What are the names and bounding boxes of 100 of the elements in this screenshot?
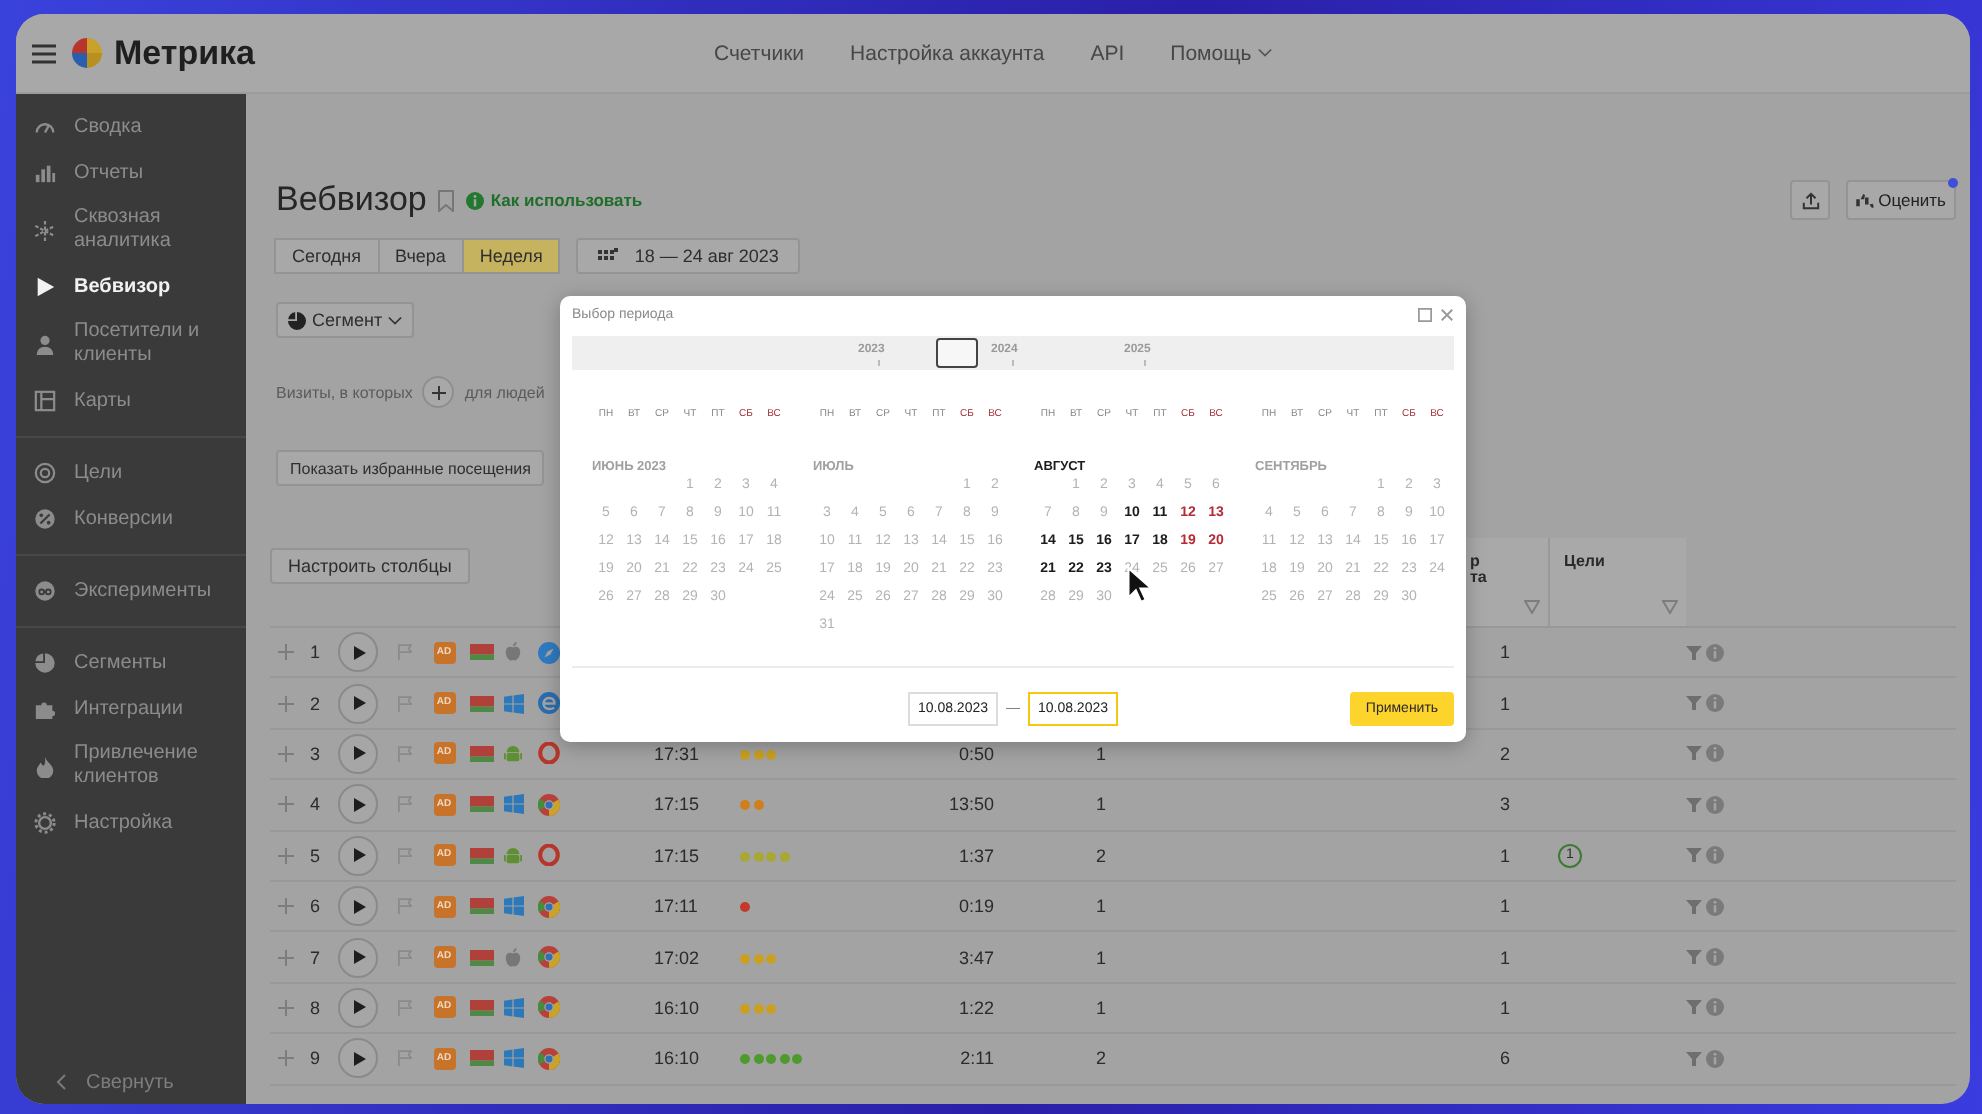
columns-button[interactable]: Настроить столбцы [270,548,470,584]
opera-icon [537,844,559,867]
nav-link[interactable]: Счетчики [714,41,805,65]
filter-icon[interactable] [1524,600,1540,614]
flag-icon[interactable] [398,745,412,762]
plus-icon[interactable] [277,796,293,813]
plus-icon[interactable] [277,847,293,864]
sidebar-item[interactable]: Эксперименты [16,568,246,614]
filter-icon[interactable] [1686,1000,1702,1015]
table-cell: 2:11 [960,1048,994,1069]
filter-icon[interactable] [1686,1051,1702,1066]
add-condition-button[interactable] [422,376,455,408]
plus-icon[interactable] [277,999,293,1016]
play-button[interactable] [338,987,378,1028]
filter-icon[interactable] [1686,899,1702,914]
date-range-button[interactable]: 18 — 24 авг 2023 [576,238,801,274]
sidebar-item[interactable]: Привлечение клиентов [16,732,246,800]
help-link[interactable]: Как использовать [466,190,643,210]
flag-icon[interactable] [398,1050,412,1067]
table-cell: 1:22 [958,997,994,1018]
flag-icon[interactable] [398,949,412,966]
play-icon [354,1000,366,1015]
plus-icon[interactable] [277,695,293,712]
flag-icon[interactable] [398,796,412,813]
collapse-button[interactable]: Свернуть [16,1060,246,1104]
sidebar-item[interactable]: Отчеты [16,150,246,196]
sidebar-item[interactable]: Сводка [16,104,246,150]
info-icon[interactable] [1706,1049,1724,1068]
row-number: 6 [307,896,322,917]
nav-link[interactable]: Помощь [1170,41,1272,65]
sidebar-item[interactable]: Сквозная аналитика [16,196,246,264]
sidebar-item[interactable]: Карты [16,378,246,424]
filter-icon[interactable] [1686,746,1702,761]
table-cell: 1:37 [958,845,994,866]
play-button[interactable] [338,632,378,673]
filter-icon[interactable] [1686,696,1702,711]
play-button[interactable] [338,937,378,978]
play-icon [354,645,366,660]
play-button[interactable] [338,784,378,825]
sidebar-item[interactable]: Конверсии [16,496,246,542]
close-icon[interactable] [1440,307,1454,321]
play-button[interactable] [338,683,378,724]
flag-icon[interactable] [398,999,412,1016]
filter-icon[interactable] [1686,950,1702,965]
play-button[interactable] [338,1038,378,1079]
filter-icon[interactable] [1662,600,1678,614]
table-cell: 1 [1500,947,1511,968]
windows-icon [503,693,523,714]
caret-icon [1257,48,1272,58]
plus-icon[interactable] [277,644,293,661]
country-flag-icon [469,1050,493,1067]
compass-icon [537,641,559,664]
sidebar-item[interactable]: Сегменты [16,640,246,686]
bookmark-icon[interactable] [438,189,455,211]
info-icon[interactable] [1706,998,1724,1017]
filter-text: для людей [464,383,545,401]
play-button[interactable] [338,835,378,876]
segment-button[interactable]: Сегмент [276,302,415,338]
plus-icon[interactable] [277,745,293,762]
play-icon [354,797,366,812]
menu-icon[interactable] [32,43,56,63]
caret-icon [388,315,403,325]
plus-icon[interactable] [277,1050,293,1067]
range-handle[interactable] [936,338,978,368]
filter-icon[interactable] [1686,797,1702,812]
info-icon[interactable] [1706,897,1724,916]
info-icon[interactable] [1706,846,1724,865]
flag-icon[interactable] [398,695,412,712]
info-icon[interactable] [1706,643,1724,662]
period-tab[interactable]: Неделя [461,238,561,274]
maximize-icon[interactable] [1418,307,1432,321]
rate-button[interactable]: Оценить [1846,180,1956,220]
share-button[interactable] [1790,180,1831,220]
info-icon[interactable] [1706,694,1724,713]
filter-icon[interactable] [1686,645,1702,660]
play-button[interactable] [338,886,378,927]
play-icon [354,746,366,761]
table-cell: 1 [1096,794,1107,815]
flag-icon[interactable] [398,898,412,915]
period-tab[interactable]: Сегодня [274,238,379,274]
filter-icon[interactable] [1686,848,1702,863]
period-tab[interactable]: Вчера [377,238,464,274]
nav-link[interactable]: Настройка аккаунта [850,41,1045,65]
info-icon[interactable] [1706,744,1724,763]
nav-link[interactable]: API [1090,41,1125,65]
favorites-button[interactable]: Показать избранные посещения [276,450,545,486]
flag-icon[interactable] [398,847,412,864]
sidebar-item[interactable]: Настройка [16,800,246,846]
info-icon[interactable] [1706,795,1724,814]
plus-icon[interactable] [277,949,293,966]
sidebar-item[interactable]: Цели [16,450,246,496]
plus-icon[interactable] [277,898,293,915]
table-cell: 17:31 [654,743,700,764]
sidebar-item[interactable]: Вебвизор [16,264,246,310]
play-button[interactable] [338,733,378,774]
table-cell: 6 [1500,1048,1511,1069]
flag-icon[interactable] [398,644,412,661]
sidebar-item[interactable]: Посетители и клиенты [16,310,246,378]
sidebar-item[interactable]: Интеграции [16,686,246,732]
info-icon[interactable] [1706,948,1724,967]
